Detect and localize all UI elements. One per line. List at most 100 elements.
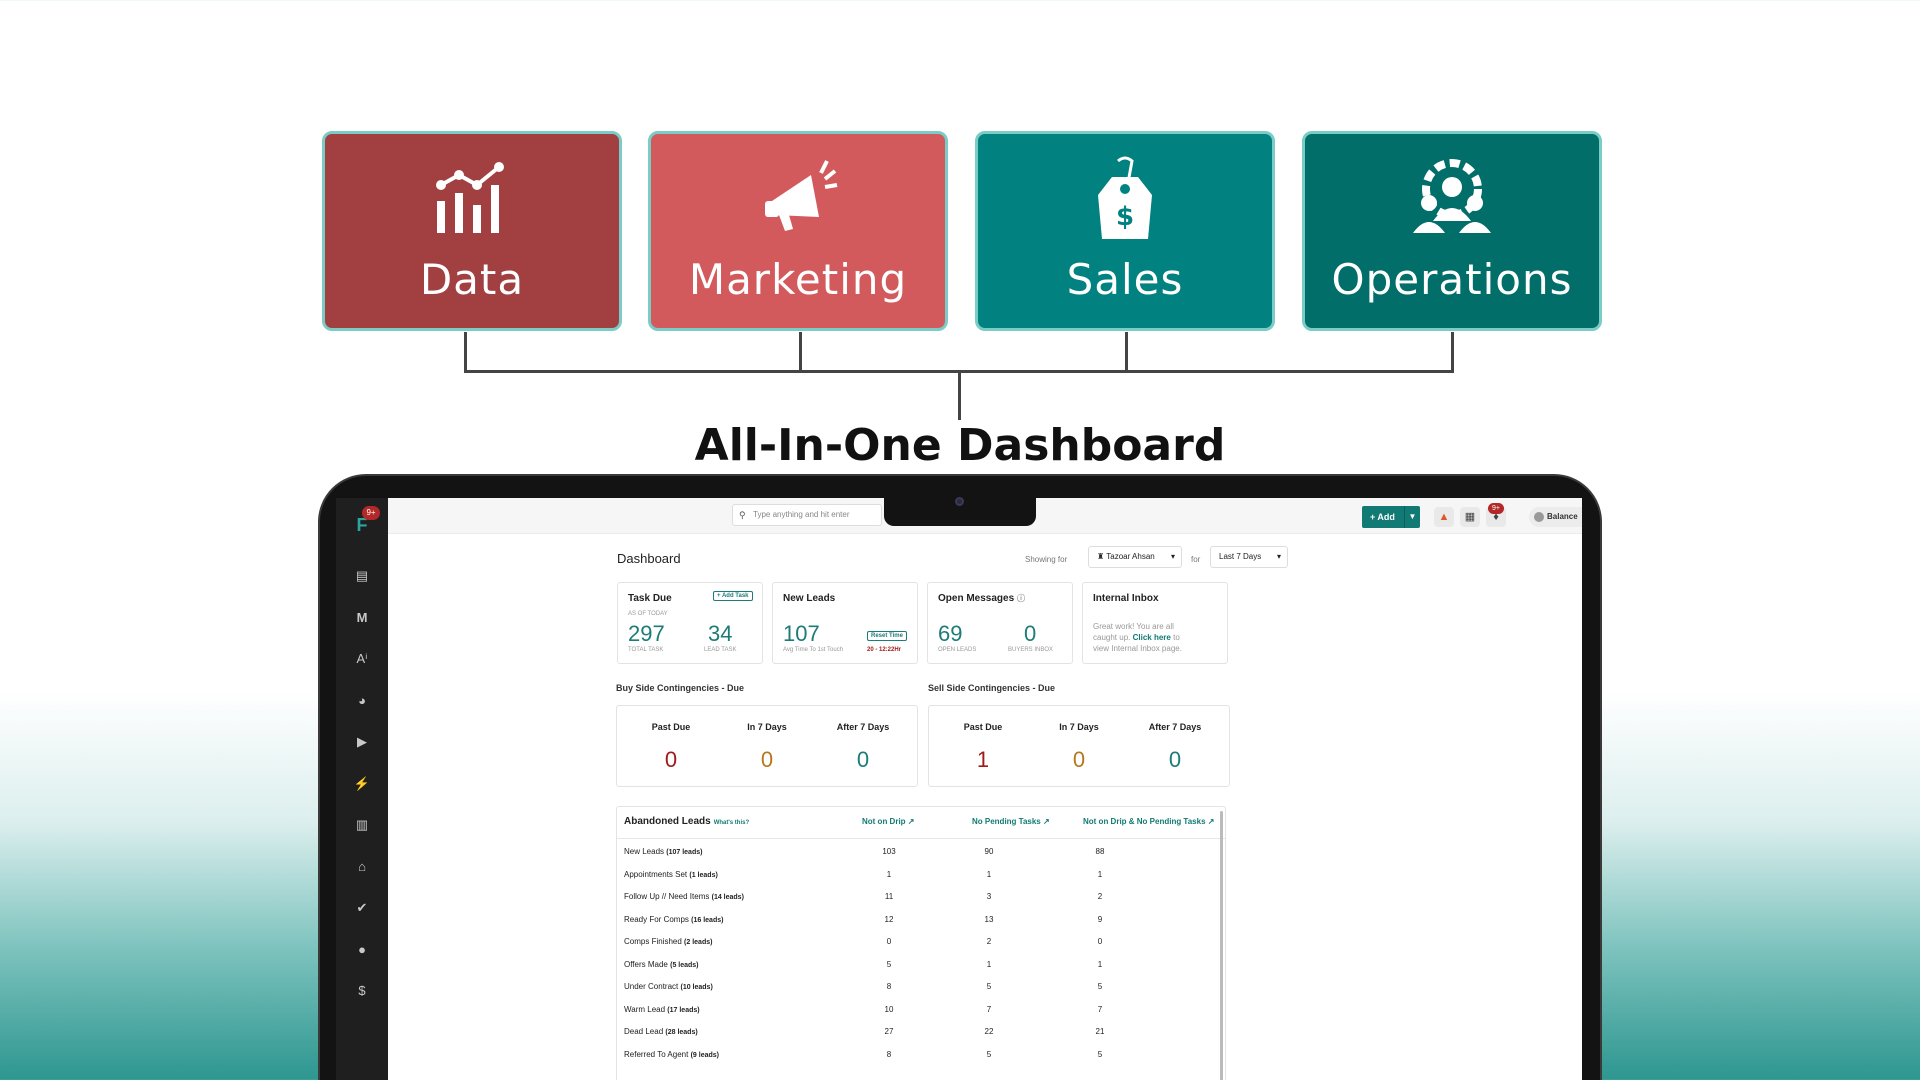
buyers-inbox-value: 0 (1024, 621, 1037, 646)
cell-value[interactable]: 7 (969, 1005, 1009, 1014)
cell-value[interactable]: 5 (1080, 1050, 1120, 1059)
cell-value[interactable]: 8 (869, 982, 909, 991)
chart-icon (436, 162, 504, 233)
balance-button[interactable]: Balance (1529, 507, 1582, 527)
inbox-link[interactable]: Click here (1133, 633, 1171, 642)
cell-value[interactable]: 10 (869, 1005, 909, 1014)
cell-value[interactable]: 103 (869, 847, 909, 856)
table-row[interactable]: Follow Up // Need Items (14 leads) 11 3 2 (617, 887, 1217, 909)
fire-icon[interactable]: ▲ (1434, 507, 1454, 527)
add-button[interactable]: + Add ▼ (1362, 506, 1420, 528)
contacts-icon[interactable]: ▥ (352, 815, 372, 835)
cell-value[interactable]: 5 (969, 982, 1009, 991)
table-row[interactable]: Referred To Agent (9 leads) 8 5 5 (617, 1045, 1217, 1067)
cell-value[interactable]: 1 (1080, 960, 1120, 969)
cell-value[interactable]: 5 (1080, 982, 1120, 991)
row-label-text: Appointments Set (624, 869, 688, 879)
chevron-down-icon[interactable]: ▼ (1404, 506, 1420, 528)
cell-value[interactable]: 27 (869, 1027, 909, 1036)
table-row[interactable]: Dead Lead (28 leads) 27 22 21 (617, 1022, 1217, 1044)
ai-icon[interactable]: Aⁱ (352, 649, 372, 669)
cell-value[interactable]: 12 (869, 915, 909, 924)
cell-value[interactable]: 22 (969, 1027, 1009, 1036)
cell-value[interactable]: 5 (869, 960, 909, 969)
cell-value[interactable]: 9 (1080, 915, 1120, 924)
table-row[interactable]: New Leads (107 leads) 103 90 88 (617, 842, 1217, 864)
past-due-value[interactable]: 1 (933, 747, 1033, 773)
external-link-icon: ↗ (907, 817, 915, 826)
cell-value[interactable]: 0 (869, 937, 909, 946)
search-icon: ⚲ (739, 510, 746, 520)
column-header-both[interactable]: Not on Drip & No Pending Tasks ↗ (1083, 817, 1214, 826)
megaphone-icon[interactable]: ▶ (352, 732, 372, 752)
period-filter-dropdown[interactable]: Last 7 Days ▾ (1210, 546, 1288, 568)
cell-value[interactable]: 2 (1080, 892, 1120, 901)
row-label-text: Warm Lead (624, 1004, 666, 1014)
user-icon[interactable]: ● (352, 940, 372, 960)
open-messages-card[interactable]: Open Messages ⓘ 69 OPEN LEADS 0 BUYERS I… (927, 582, 1073, 664)
table-row[interactable]: Offers Made (5 leads) 5 1 1 (617, 955, 1217, 977)
check-icon[interactable]: ✔ (352, 898, 372, 918)
task-due-card[interactable]: Task Due + Add Task AS OF TODAY 297 TOTA… (617, 582, 763, 664)
internal-inbox-card[interactable]: Internal Inbox Great work! You are all c… (1082, 582, 1228, 664)
plug-icon[interactable]: ⚡ (352, 774, 372, 794)
row-lead-count: (17 leads) (667, 1006, 700, 1014)
scrollbar[interactable] (1220, 811, 1223, 1080)
in-7-days-value[interactable]: 0 (1029, 747, 1129, 773)
cell-value[interactable]: 13 (969, 915, 1009, 924)
cell-value[interactable]: 5 (969, 1050, 1009, 1059)
cell-value[interactable]: 1 (969, 870, 1009, 879)
cell-value[interactable]: 21 (1080, 1027, 1120, 1036)
connector-line (1451, 332, 1454, 372)
mail-icon[interactable]: M (352, 608, 372, 628)
table-row[interactable]: Appointments Set (1 leads) 1 1 1 (617, 865, 1217, 887)
column-header-no-pending-tasks[interactable]: No Pending Tasks ↗ (972, 817, 1050, 826)
after-7-days-value[interactable]: 0 (813, 747, 913, 773)
column-label: Not on Drip & No Pending Tasks (1083, 817, 1206, 826)
table-row[interactable]: Comps Finished (2 leads) 0 2 0 (617, 932, 1217, 954)
balance-label: Balance (1547, 512, 1578, 521)
past-due-value[interactable]: 0 (621, 747, 721, 773)
row-label: Ready For Comps (16 leads) (624, 915, 723, 924)
cell-value[interactable]: 1 (869, 870, 909, 879)
row-lead-count: (10 leads) (680, 984, 713, 991)
connector-line (464, 332, 467, 372)
after-7-days-label: After 7 Days (836, 722, 890, 732)
cell-value[interactable]: 1 (969, 960, 1009, 969)
inbox-icon[interactable]: ▤ (352, 566, 372, 586)
cell-value[interactable]: 8 (869, 1050, 909, 1059)
column-header-not-on-drip[interactable]: Not on Drip ↗ (862, 817, 914, 826)
reset-time-button[interactable]: Reset Time (867, 631, 907, 641)
in-7-days-value[interactable]: 0 (717, 747, 817, 773)
analytics-icon[interactable]: ◕ (352, 691, 372, 711)
cell-value[interactable]: 2 (969, 937, 1009, 946)
cell-value[interactable]: 11 (869, 892, 909, 901)
new-leads-value: 107 (783, 621, 820, 646)
cell-value[interactable]: 1 (1080, 870, 1120, 879)
cell-value[interactable]: 3 (969, 892, 1009, 901)
table-row[interactable]: Under Contract (10 leads) 8 5 5 (617, 977, 1217, 999)
user-filter-dropdown[interactable]: ♜ Tazoar Ahsan ▾ (1088, 546, 1182, 568)
chevron-down-icon: ▾ (1276, 552, 1281, 561)
search-input[interactable]: ⚲ Type anything and hit enter (732, 504, 882, 526)
row-label-text: Under Contract (624, 982, 679, 991)
period-filter-value: Last 7 Days (1219, 552, 1262, 561)
cell-value[interactable]: 0 (1080, 937, 1120, 946)
whats-this-link[interactable]: What's this? (714, 820, 749, 826)
showing-for-label: Showing for (1025, 555, 1068, 564)
row-label-text: Offers Made (624, 959, 668, 969)
home-icon[interactable]: ⌂ (352, 857, 372, 877)
cell-value[interactable]: 90 (969, 847, 1009, 856)
dollar-icon[interactable]: $ (352, 981, 372, 1001)
table-row[interactable]: Ready For Comps (16 leads) 12 13 9 (617, 910, 1217, 932)
new-leads-card[interactable]: New Leads 107 Avg Time To 1st Touch Rese… (772, 582, 918, 664)
add-task-button[interactable]: + Add Task (713, 591, 753, 601)
cell-value[interactable]: 88 (1080, 847, 1120, 856)
row-label: Offers Made (5 leads) (624, 960, 699, 969)
card-operations: Operations (1302, 131, 1602, 331)
calendar-icon[interactable]: ▦ (1460, 507, 1480, 527)
table-row[interactable]: Warm Lead (17 leads) 10 7 7 (617, 1000, 1217, 1022)
card-label: Data (419, 255, 525, 304)
after-7-days-value[interactable]: 0 (1125, 747, 1225, 773)
cell-value[interactable]: 7 (1080, 1005, 1120, 1014)
